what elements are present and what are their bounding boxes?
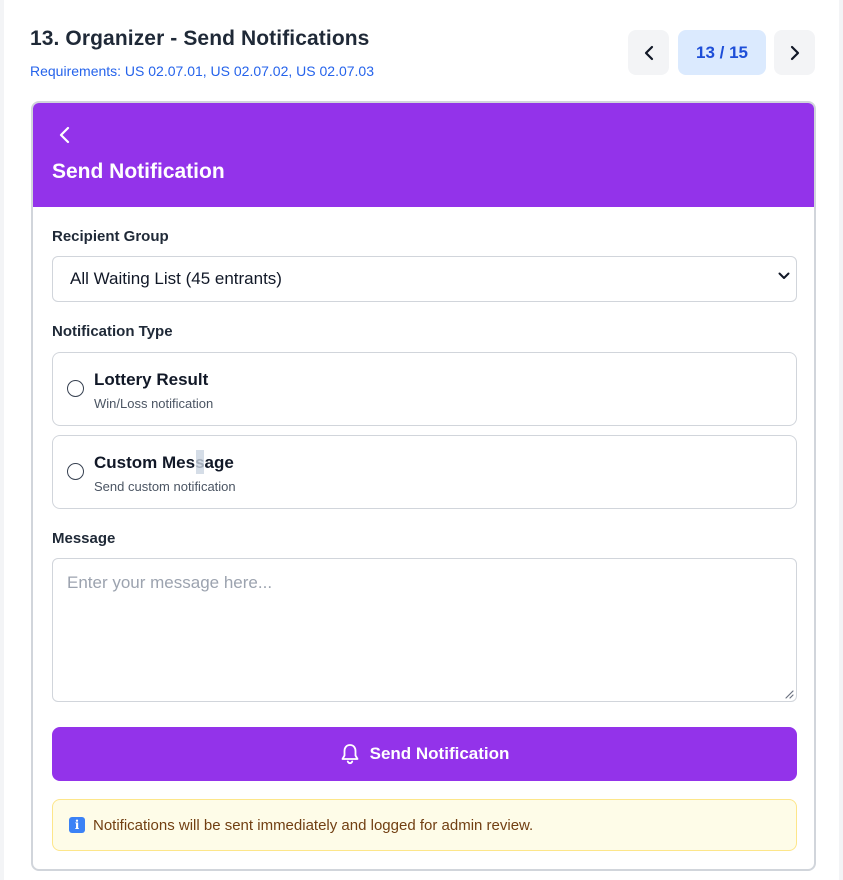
chevron-down-icon [778, 272, 790, 279]
resize-handle-icon[interactable] [784, 689, 794, 699]
radio-custom-message[interactable] [67, 463, 84, 480]
info-icon: i [69, 817, 85, 833]
option-title: Lottery Result [94, 370, 209, 389]
page: 13. Organizer - Send Notifications Requi… [4, 0, 839, 880]
info-text: Notifications will be sent immediately a… [93, 816, 534, 834]
chevron-right-icon [790, 45, 799, 60]
send-notification-button[interactable]: Send Notification [52, 727, 797, 781]
next-screen-button[interactable] [774, 30, 815, 75]
notification-type-label: Notification Type [52, 323, 173, 340]
requirements-text: Requirements: US 02.07.01, US 02.07.02, … [30, 63, 374, 79]
send-notification-label: Send Notification [369, 744, 510, 763]
bell-icon [341, 744, 359, 765]
option-custom-message[interactable]: Custom Message Send custom notification [52, 435, 797, 509]
recipient-group-select[interactable]: All Waiting List (45 entrants) [52, 256, 797, 302]
recipient-group-value: All Waiting List (45 entrants) [70, 269, 282, 288]
info-banner: i Notifications will be sent immediately… [52, 799, 797, 851]
text-cursor [196, 450, 204, 474]
phone-screen-card: Send Notification Recipient Group All Wa… [31, 101, 816, 871]
app-header: Send Notification [33, 103, 814, 207]
previous-screen-button[interactable] [628, 30, 669, 75]
recipient-group-label: Recipient Group [52, 228, 169, 245]
option-title: Custom Message [94, 453, 234, 472]
option-description: Win/Loss notification [94, 396, 214, 411]
page-title: 13. Organizer - Send Notifications [30, 27, 370, 50]
header-title: Send Notification [52, 160, 225, 183]
message-label: Message [52, 530, 116, 547]
pager-indicator: 13 / 15 [678, 30, 766, 75]
chevron-left-icon [644, 45, 653, 60]
chevron-left-icon [59, 126, 70, 144]
message-textarea[interactable]: Enter your message here... [52, 558, 797, 702]
option-description: Send custom notification [94, 479, 236, 494]
message-placeholder: Enter your message here... [67, 573, 273, 592]
back-button[interactable] [53, 123, 77, 147]
option-lottery-result[interactable]: Lottery Result Win/Loss notification [52, 352, 797, 426]
radio-lottery-result[interactable] [67, 380, 84, 397]
